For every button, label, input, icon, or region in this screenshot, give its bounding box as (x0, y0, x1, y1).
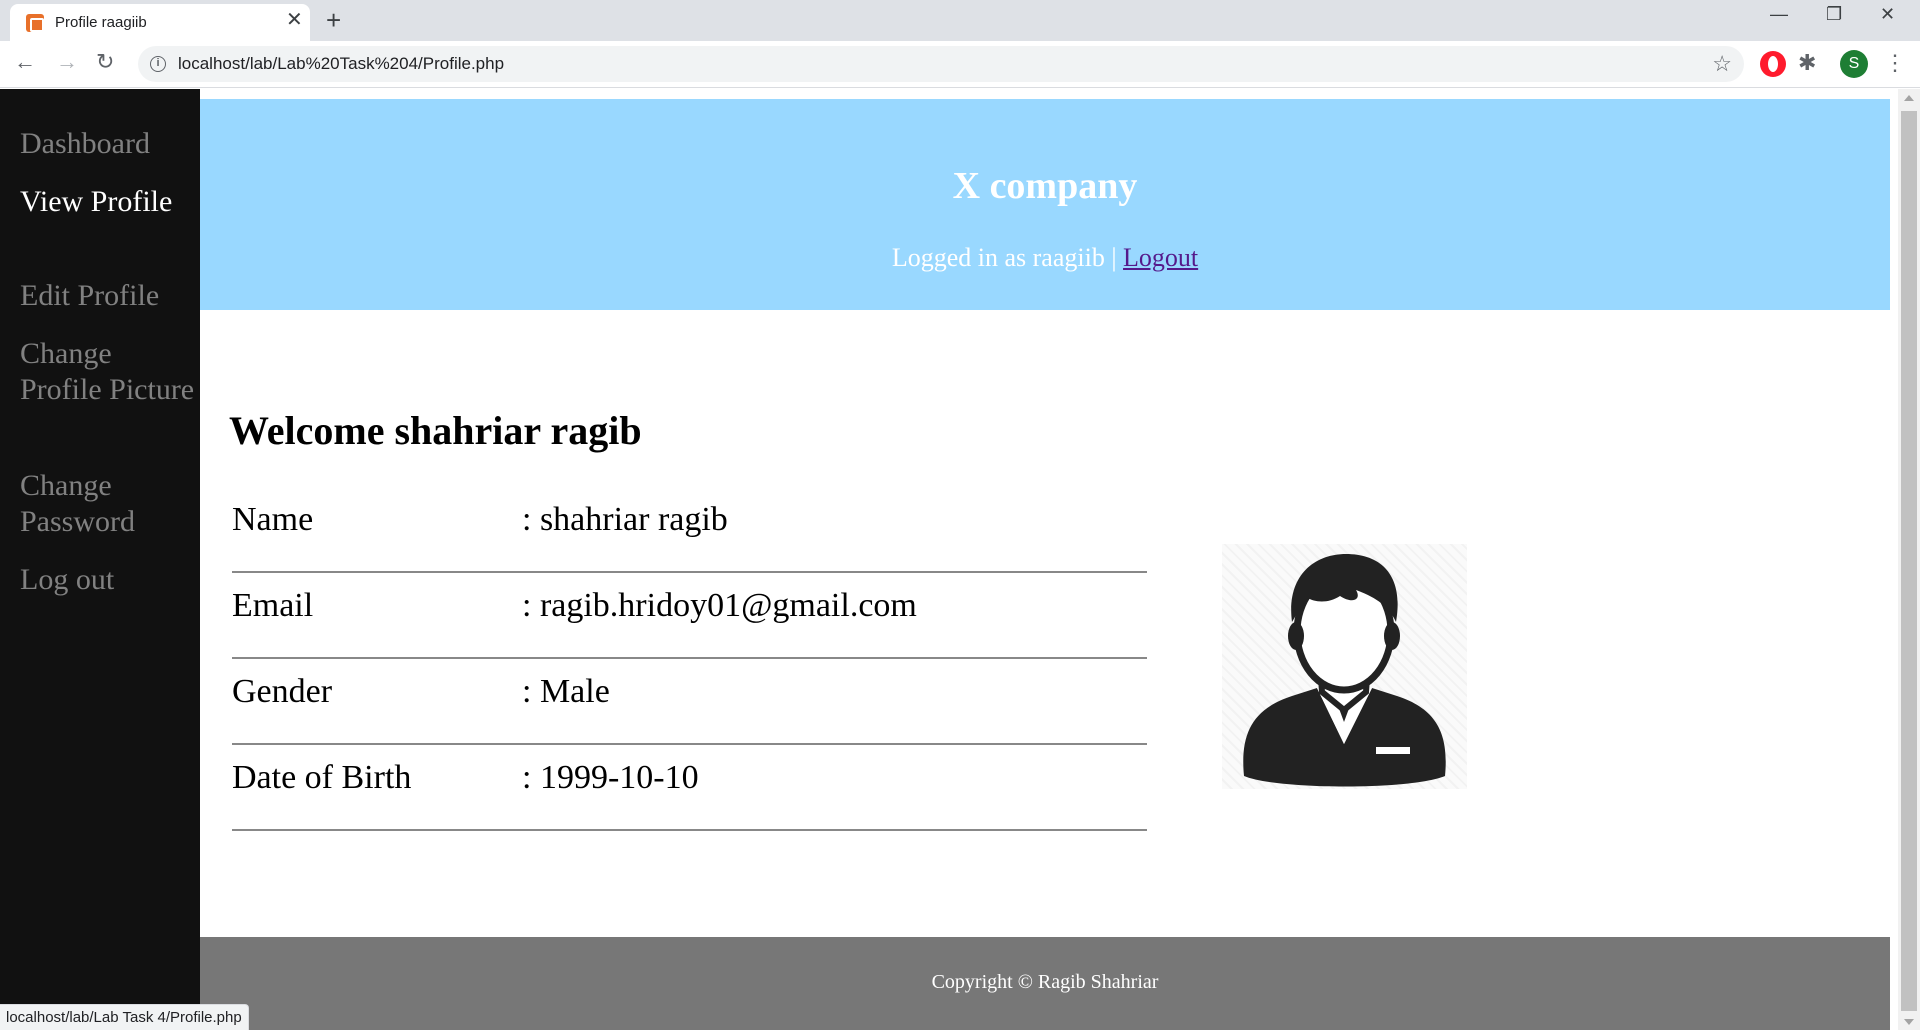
extensions-puzzle-icon[interactable]: ✱ (1798, 50, 1816, 76)
link-status-bar: localhost/lab/Lab Task 4/Profile.php (0, 1004, 249, 1030)
site-header: X company Logged in as raagiib | Logout (200, 99, 1890, 310)
reload-icon[interactable]: ↻ (96, 50, 114, 74)
email-value: : ragib.hridoy01@gmail.com (522, 587, 917, 624)
address-bar[interactable]: i localhost/lab/Lab%20Task%204/Profile.p… (138, 46, 1744, 82)
tab-title: Profile raagiib (55, 14, 147, 31)
dob-value: : 1999-10-10 (522, 759, 699, 796)
logout-link[interactable]: Logout (1123, 243, 1198, 272)
table-row: Name : shahriar ragib (232, 487, 1147, 573)
browser-tab[interactable]: Profile raagiib ✕ (10, 4, 310, 41)
page-viewport: Dashboard View Profile Edit Profile Chan… (0, 89, 1920, 1030)
user-avatar-icon (1243, 554, 1446, 787)
email-label: Email (232, 587, 314, 624)
name-value: : shahriar ragib (522, 501, 728, 538)
restore-icon[interactable]: ❐ (1826, 4, 1842, 25)
welcome-heading: Welcome shahriar ragib (229, 408, 642, 453)
scroll-up-arrow-icon[interactable] (1904, 95, 1914, 101)
browser-toolbar: ← → ↻ i localhost/lab/Lab%20Task%204/Pro… (0, 41, 1920, 88)
login-status: Logged in as raagiib | Logout (200, 243, 1890, 273)
table-row: Date of Birth : 1999-10-10 (232, 745, 1147, 831)
sidebar: Dashboard View Profile Edit Profile Chan… (0, 89, 200, 1030)
table-row: Gender : Male (232, 659, 1147, 745)
name-label: Name (232, 501, 314, 538)
profile-picture (1222, 544, 1467, 789)
sidebar-item-view-profile[interactable]: View Profile (20, 184, 195, 220)
bookmark-star-icon[interactable]: ☆ (1712, 51, 1732, 77)
logged-in-text: Logged in as raagiib | (891, 243, 1124, 272)
new-tab-icon[interactable]: + (326, 6, 341, 34)
site-footer: Copyright © Ragib Shahriar (200, 937, 1890, 1030)
url-text[interactable]: localhost/lab/Lab%20Task%204/Profile.php (178, 54, 504, 74)
profile-avatar[interactable]: S (1840, 50, 1868, 78)
dob-label: Date of Birth (232, 759, 412, 796)
profile-info-table: Name : shahriar ragib Email : ragib.hrid… (232, 487, 1147, 831)
sidebar-item-change-profile-picture[interactable]: Change Profile Picture (20, 336, 195, 408)
back-icon[interactable]: ← (14, 50, 36, 74)
scrollbar-thumb[interactable] (1901, 111, 1917, 1011)
page-scrollbar[interactable] (1898, 89, 1920, 1030)
opera-extension-icon[interactable] (1760, 51, 1786, 77)
company-title: X company (952, 165, 1138, 207)
browser-tab-bar: Profile raagiib ✕ + — ❐ ✕ (0, 0, 1920, 41)
scroll-down-arrow-icon[interactable] (1904, 1019, 1914, 1025)
close-window-icon[interactable]: ✕ (1880, 4, 1895, 25)
sidebar-item-change-password[interactable]: Change Password (20, 468, 195, 540)
gender-value: : Male (522, 673, 610, 710)
gender-label: Gender (232, 673, 333, 710)
minimize-icon[interactable]: — (1770, 4, 1788, 25)
sidebar-item-dashboard[interactable]: Dashboard (20, 126, 195, 162)
sidebar-item-log-out[interactable]: Log out (20, 562, 195, 598)
info-icon[interactable]: i (150, 56, 166, 72)
sidebar-item-edit-profile[interactable]: Edit Profile (20, 278, 195, 314)
xampp-favicon-icon (26, 14, 44, 32)
table-row: Email : ragib.hridoy01@gmail.com (232, 573, 1147, 659)
browser-menu-icon[interactable]: ⋮ (1884, 49, 1906, 77)
close-tab-icon[interactable]: ✕ (286, 10, 303, 30)
copyright-text: Copyright © Ragib Shahriar (931, 971, 1159, 993)
forward-icon[interactable]: → (56, 50, 78, 74)
